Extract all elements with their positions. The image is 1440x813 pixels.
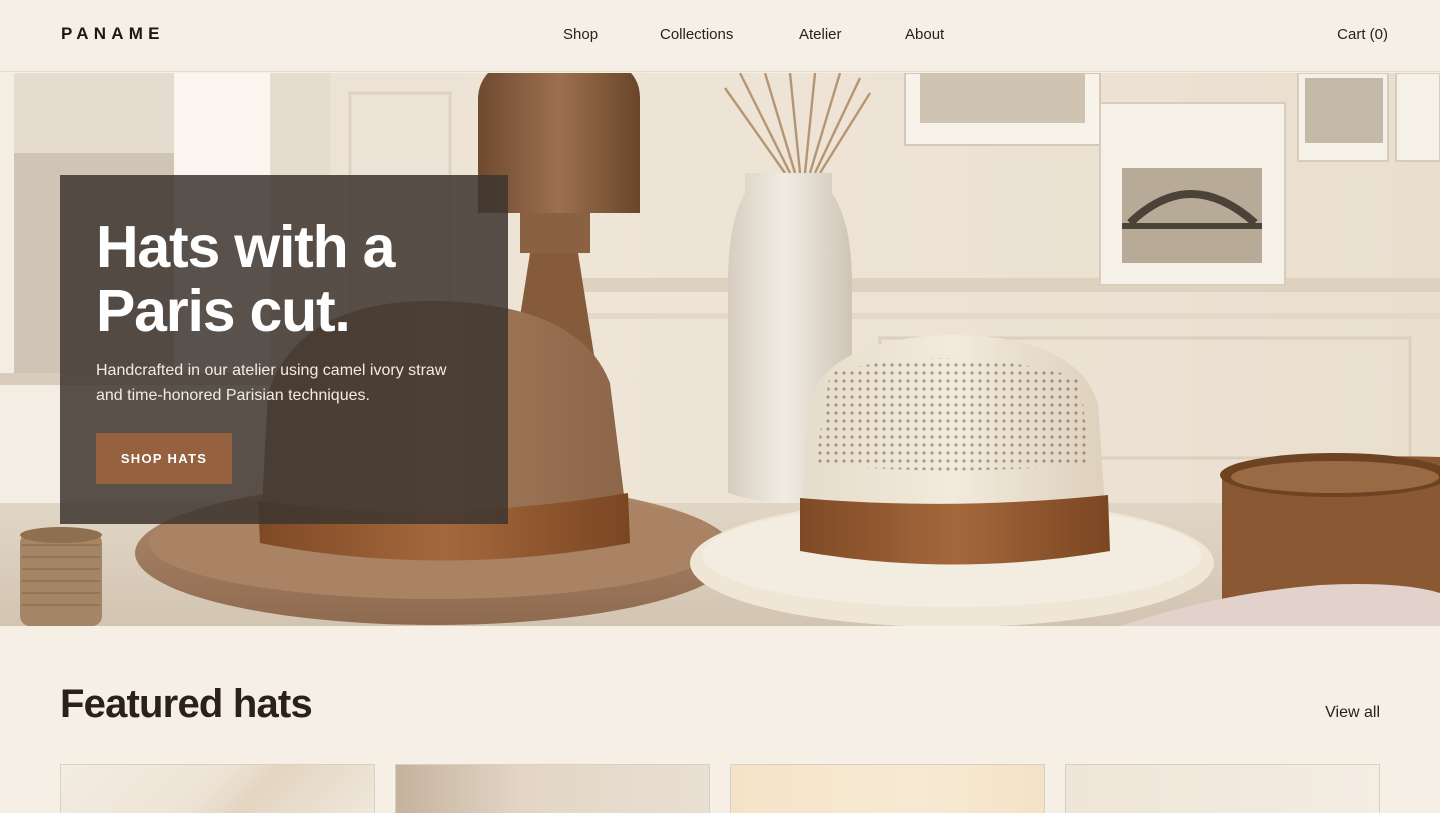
product-image bbox=[1066, 765, 1379, 813]
nav-link-collections[interactable]: Collections bbox=[660, 26, 733, 43]
product-image bbox=[396, 765, 709, 813]
nav-link-shop[interactable]: Shop bbox=[563, 26, 598, 43]
hero-section: Hats with a Paris cut. Handcrafted in ou… bbox=[0, 73, 1440, 626]
featured-title: Featured hats bbox=[60, 682, 313, 726]
product-card[interactable] bbox=[60, 764, 375, 813]
product-image bbox=[731, 765, 1044, 813]
brand-logo[interactable]: PANAME bbox=[61, 24, 165, 44]
view-all-link[interactable]: View all bbox=[1325, 704, 1380, 722]
hero-title: Hats with a Paris cut. bbox=[96, 214, 395, 344]
hero-card: Hats with a Paris cut. Handcrafted in ou… bbox=[60, 175, 508, 524]
shop-hats-button[interactable]: SHOP HATS bbox=[96, 433, 232, 484]
product-grid bbox=[60, 764, 1380, 813]
product-card[interactable] bbox=[730, 764, 1045, 813]
product-card[interactable] bbox=[1065, 764, 1380, 813]
nav-link-atelier[interactable]: Atelier bbox=[799, 26, 842, 43]
nav-link-about[interactable]: About bbox=[905, 26, 944, 43]
hero-subtitle: Handcrafted in our atelier using camel i… bbox=[96, 362, 447, 404]
product-image bbox=[61, 765, 374, 813]
cart-link[interactable]: Cart (0) bbox=[1337, 26, 1388, 43]
product-card[interactable] bbox=[395, 764, 710, 813]
site-header: PANAME Shop Collections Atelier About Ca… bbox=[0, 0, 1440, 72]
